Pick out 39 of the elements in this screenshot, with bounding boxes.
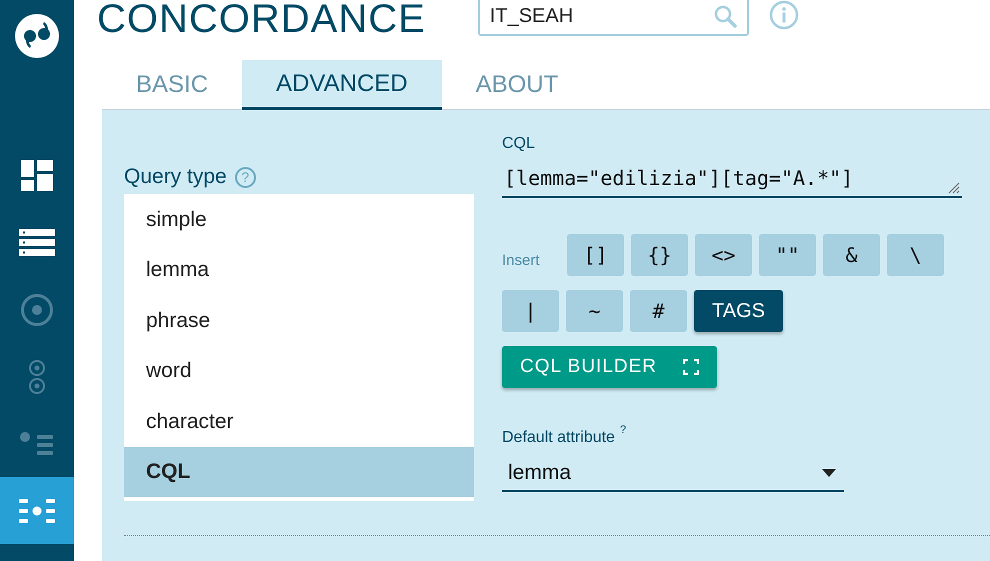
insert-symbol-button[interactable]: # [630, 290, 687, 332]
default-attribute-label: Default attribute [502, 428, 615, 448]
insert-symbol-button[interactable]: | [502, 290, 559, 332]
help-mark[interactable]: ? [620, 422, 626, 438]
bullet-list-icon [20, 432, 54, 456]
info-icon[interactable] [768, 0, 799, 30]
query-type-option[interactable]: character [124, 396, 474, 446]
tags-button[interactable]: TAGS [694, 290, 783, 332]
default-attribute-select[interactable]: lemma [502, 456, 844, 492]
target-icon [20, 292, 54, 326]
query-type-option[interactable]: CQL [124, 446, 474, 497]
cql-builder-button[interactable]: CQL BUILDER [502, 346, 717, 388]
cql-label: CQL [502, 134, 536, 154]
insert-label: Insert [502, 250, 541, 271]
corpus-search-field[interactable]: IT_SEAH [478, 0, 749, 36]
insert-symbol-button[interactable]: ~ [566, 290, 623, 332]
insert-symbol-button[interactable]: "" [759, 234, 816, 276]
fullscreen-icon [683, 359, 699, 375]
tab[interactable]: ADVANCED [242, 60, 442, 110]
dashboard-icon [21, 160, 53, 192]
list-icon [19, 228, 55, 256]
quote-logo-icon [15, 14, 59, 58]
insert-symbol-button[interactable]: [] [567, 234, 624, 276]
page-title: CONCORDANCE [97, 0, 426, 40]
query-type-option[interactable]: lemma [124, 244, 474, 295]
insert-symbol-button[interactable]: & [823, 234, 880, 276]
insert-symbol-button[interactable]: <> [695, 234, 752, 276]
cql-input-field[interactable]: [lemma="edilizia"][tag="A.*"] [502, 160, 962, 198]
parallel-lines-icon [19, 498, 55, 522]
double-target-icon [28, 358, 46, 394]
search-icon [712, 4, 737, 28]
resize-handle-icon[interactable] [948, 182, 960, 194]
query-type-option[interactable]: word [124, 346, 474, 396]
dropdown-caret-icon [822, 469, 836, 477]
insert-symbol-button[interactable]: {} [631, 234, 688, 276]
query-type-label: Query type [124, 164, 227, 190]
query-type-option[interactable]: phrase [124, 295, 474, 346]
query-type-option[interactable]: simple [124, 194, 474, 244]
insert-symbol-button[interactable]: \ [887, 234, 944, 276]
